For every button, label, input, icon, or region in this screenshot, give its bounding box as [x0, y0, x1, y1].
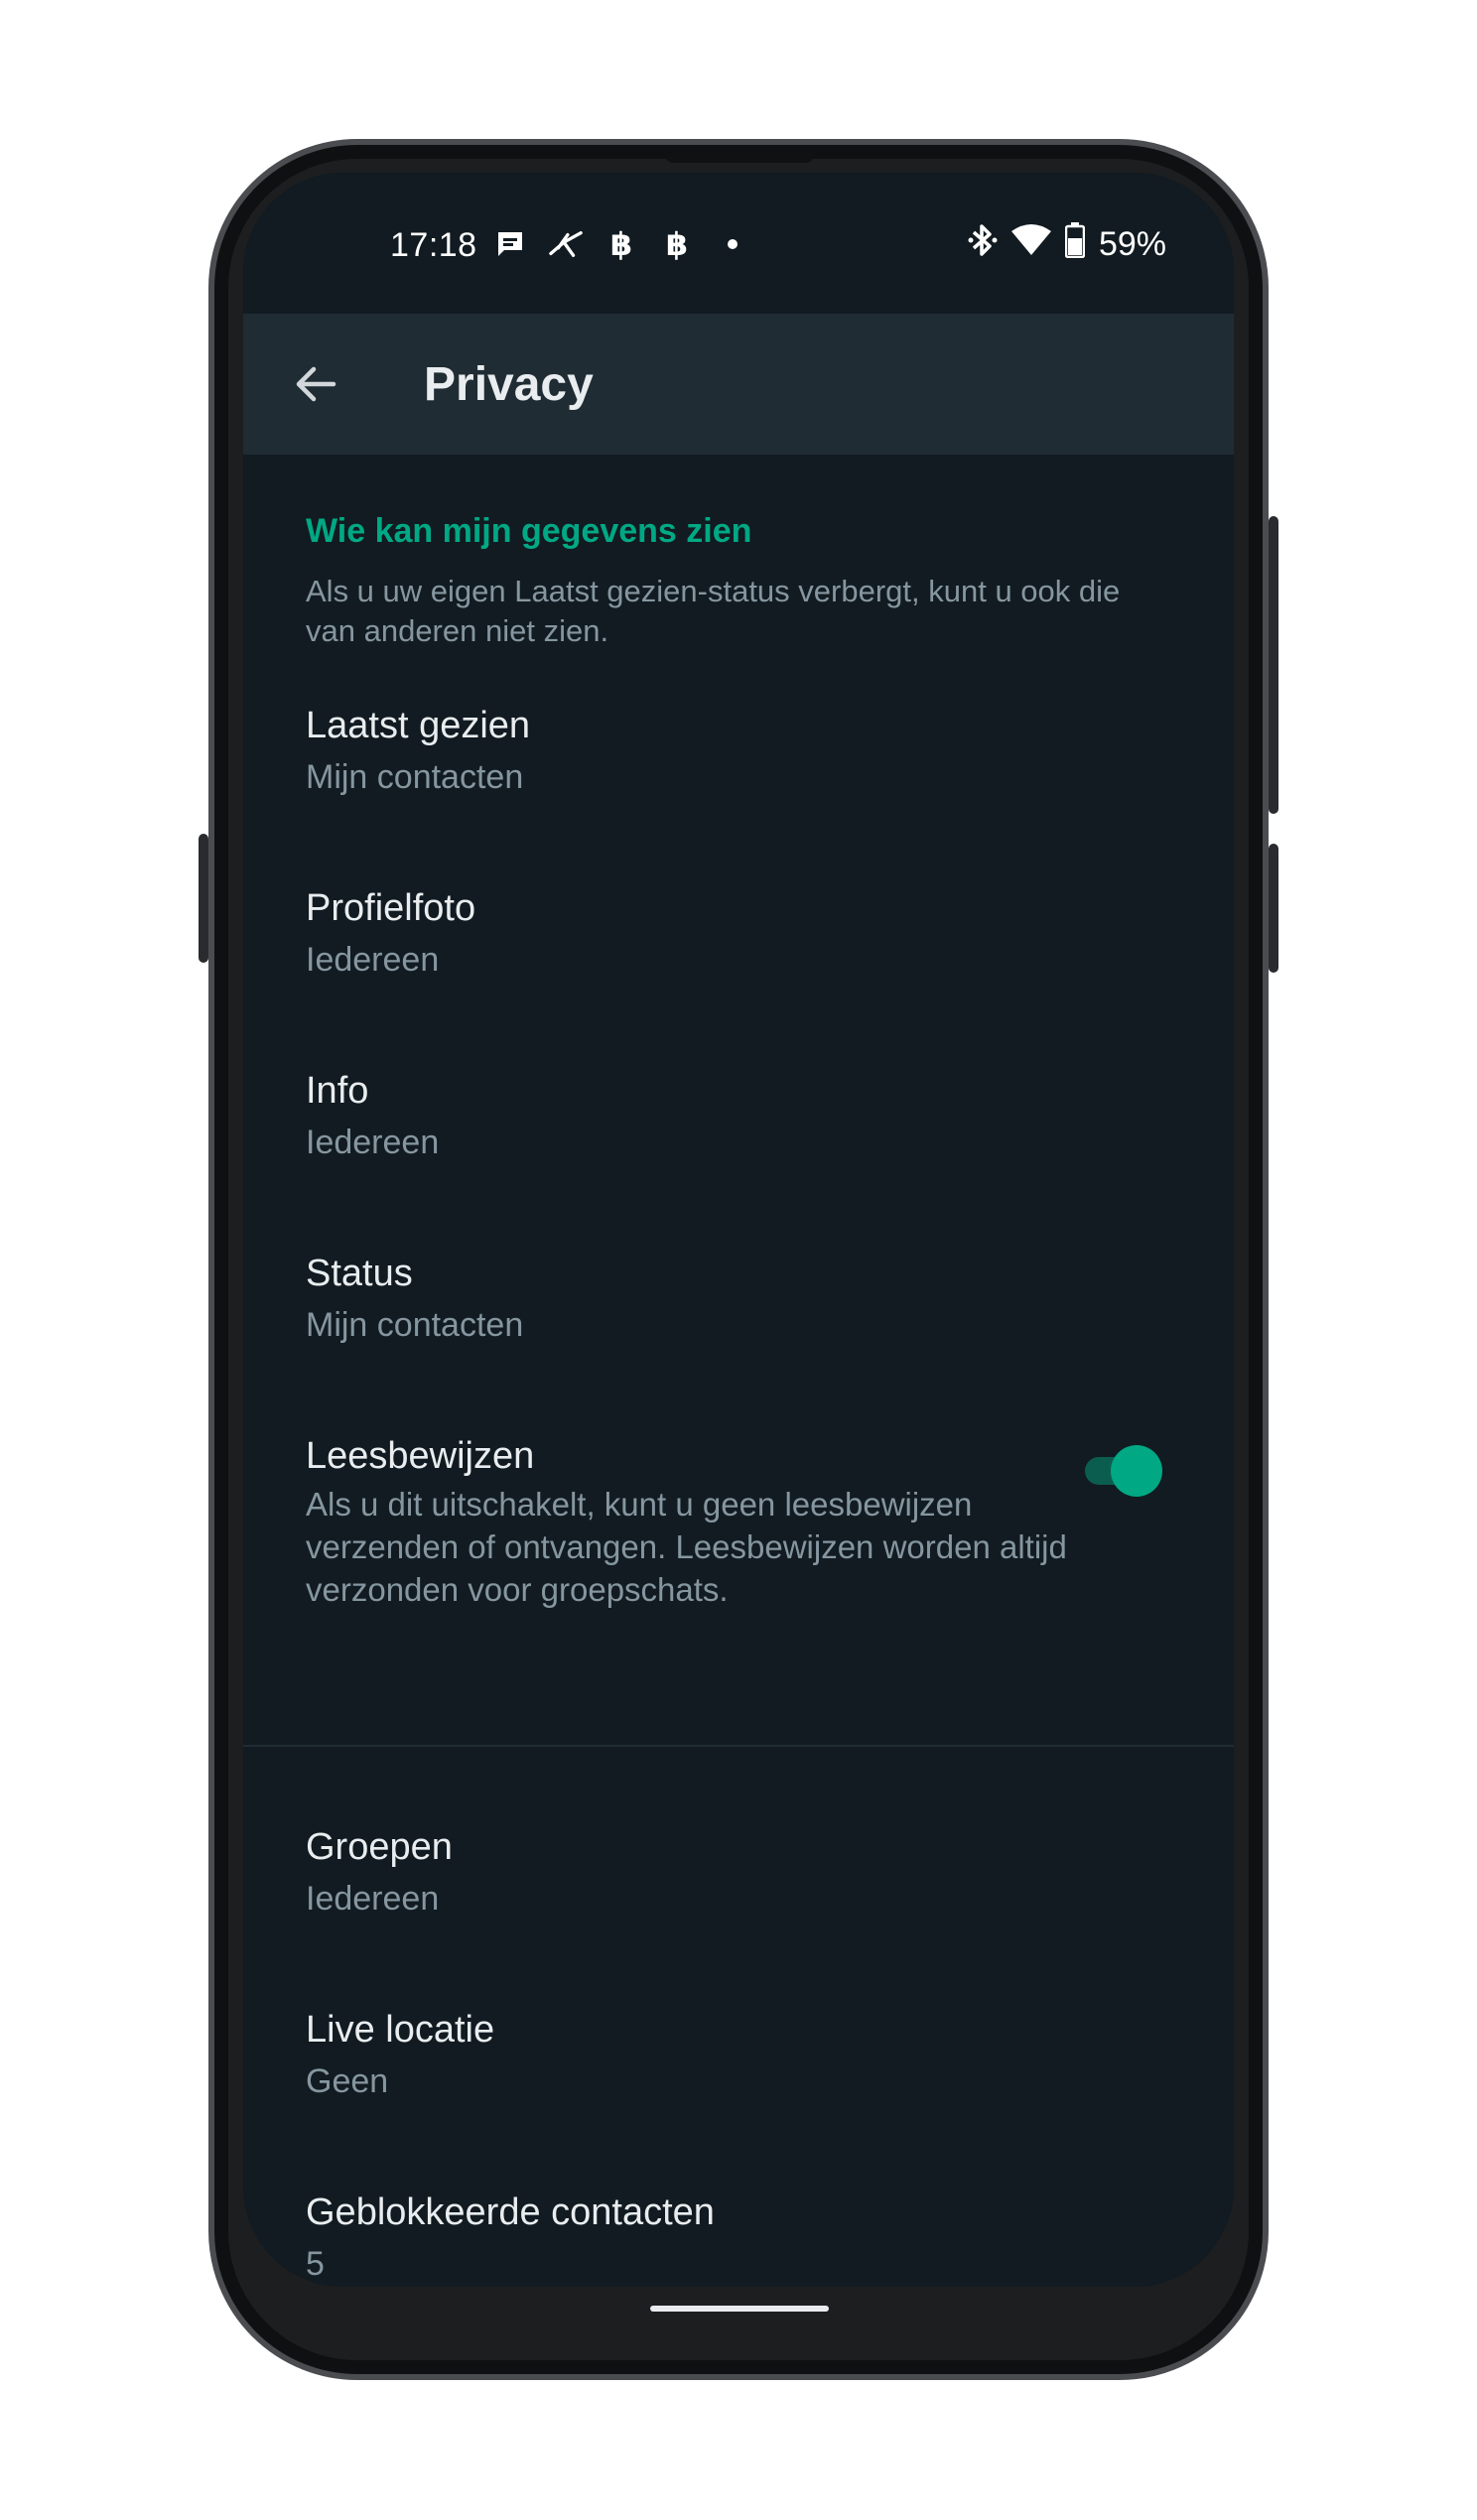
- notification-icons: ฿ ฿: [493, 224, 749, 264]
- setting-title: Status: [306, 1253, 413, 1294]
- system-icons: 59%: [968, 221, 1166, 267]
- section-description: Als u uw eigen Laatst gezien-status verb…: [306, 574, 1121, 648]
- home-gesture-bar[interactable]: [650, 2306, 829, 2312]
- bitcoin-icon: ฿: [665, 226, 689, 262]
- setting-last-seen[interactable]: Laatst gezien Mijn contacten: [243, 701, 1234, 800]
- setting-value: Iedereen: [306, 941, 440, 979]
- status-time: 17:18: [390, 226, 477, 264]
- setting-value: 5: [306, 2245, 325, 2283]
- page-title: Privacy: [424, 358, 594, 411]
- setting-read-receipts[interactable]: Leesbewijzen Als u dit uitschakelt, kunt…: [243, 1431, 1234, 1611]
- chat-notification-icon: [493, 226, 527, 262]
- app-notification-icon: [549, 226, 583, 262]
- side-button-left: [199, 834, 208, 963]
- toggle-thumb: [1111, 1445, 1162, 1497]
- setting-live-location[interactable]: Live locatie Geen: [243, 2005, 1234, 2104]
- setting-status[interactable]: Status Mijn contacten: [243, 1249, 1234, 1348]
- section-header: Wie kan mijn gegevens zien: [306, 512, 752, 550]
- status-bar: 17:18 ฿ ฿ 59%: [243, 173, 1234, 314]
- bluetooth-icon: [968, 222, 998, 267]
- bitcoin-icon: ฿: [609, 226, 633, 262]
- power-button: [1269, 516, 1278, 814]
- setting-value: Iedereen: [306, 1880, 440, 1918]
- setting-title: Profielfoto: [306, 887, 476, 929]
- privacy-settings-list: Wie kan mijn gegevens zien Als u uw eige…: [243, 455, 1234, 2287]
- setting-value: Mijn contacten: [306, 758, 524, 796]
- battery-icon: [1064, 221, 1086, 267]
- section-divider: [243, 1745, 1234, 1747]
- back-button[interactable]: [283, 351, 348, 417]
- setting-description: Als u dit uitschakelt, kunt u geen leesb…: [306, 1486, 1067, 1608]
- setting-info[interactable]: Info Iedereen: [243, 1066, 1234, 1165]
- setting-title: Groepen: [306, 1826, 453, 1868]
- setting-value: Iedereen: [306, 1124, 440, 1161]
- more-notifications-dot-icon: [716, 226, 749, 262]
- wifi-icon: [1010, 223, 1051, 266]
- setting-title: Geblokkeerde contacten: [306, 2191, 715, 2233]
- setting-title: Info: [306, 1070, 369, 1112]
- phone-screen: 17:18 ฿ ฿ 59% Privacy Wie kan mijn gegev…: [243, 173, 1234, 2287]
- speaker-grille: [665, 153, 814, 163]
- setting-title: Laatst gezien: [306, 705, 531, 746]
- arrow-left-icon: [296, 366, 336, 402]
- battery-percent: 59%: [1098, 224, 1166, 263]
- setting-blocked-contacts[interactable]: Geblokkeerde contacten 5: [243, 2188, 1234, 2287]
- setting-groups[interactable]: Groepen Iedereen: [243, 1822, 1234, 1922]
- setting-value: Mijn contacten: [306, 1306, 524, 1344]
- volume-button: [1269, 844, 1278, 973]
- setting-value: Geen: [306, 2062, 389, 2100]
- setting-profile-photo[interactable]: Profielfoto Iedereen: [243, 883, 1234, 983]
- read-receipts-toggle[interactable]: [1081, 1443, 1162, 1497]
- setting-title: Live locatie: [306, 2009, 495, 2051]
- app-bar: Privacy: [243, 314, 1234, 455]
